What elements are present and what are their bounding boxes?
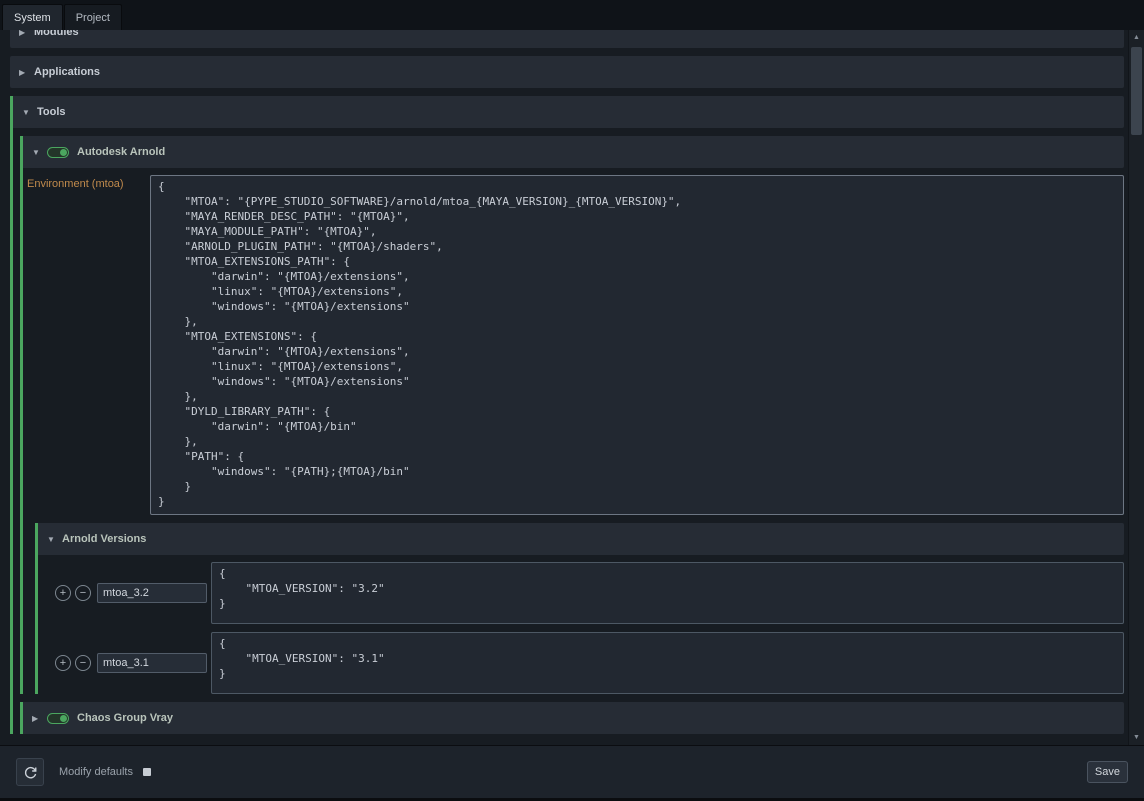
toggle-knob	[60, 149, 67, 156]
environment-field-row: Environment (mtoa) { "MTOA": "{PYPE_STUD…	[25, 175, 1124, 515]
settings-content: ▶ Modules ▶ Applications ▼ Tools ▼	[0, 30, 1144, 745]
modify-defaults-checkbox[interactable]	[143, 768, 151, 776]
chevron-right-icon: ▶	[32, 714, 47, 723]
modify-defaults-label: Modify defaults	[59, 766, 133, 778]
version-key-input[interactable]	[97, 653, 207, 673]
section-header-modules[interactable]: ▶ Modules	[10, 30, 1124, 48]
section-header-applications[interactable]: ▶ Applications	[10, 56, 1124, 88]
version-row-controls: + −	[55, 632, 211, 694]
group-title-arnold: Autodesk Arnold	[77, 146, 165, 158]
version-row-controls: + −	[55, 562, 211, 624]
scrollbar-thumb[interactable]	[1131, 47, 1142, 135]
toggle-on-icon[interactable]	[47, 713, 69, 724]
group-header-vray[interactable]: ▶ Chaos Group Vray	[23, 702, 1124, 734]
environment-json-textarea[interactable]: { "MTOA": "{PYPE_STUDIO_SOFTWARE}/arnold…	[150, 175, 1124, 515]
settings-scroll-area: ▶ Modules ▶ Applications ▼ Tools ▼	[0, 30, 1128, 745]
environment-label: Environment (mtoa)	[27, 175, 145, 190]
tab-project[interactable]: Project	[64, 4, 122, 30]
versions-body: + − { "MTOA_VERSION": "3.2" }	[38, 562, 1124, 694]
chevron-down-icon: ▼	[47, 535, 62, 544]
section-tools: ▼ Tools ▼ Autodesk Arnold	[10, 96, 1124, 734]
version-json-textarea[interactable]: { "MTOA_VERSION": "3.2" }	[211, 562, 1124, 624]
group-header-arnold[interactable]: ▼ Autodesk Arnold	[23, 136, 1124, 168]
version-key-input[interactable]	[97, 583, 207, 603]
version-row: + − { "MTOA_VERSION": "3.1" }	[38, 632, 1124, 694]
add-version-button[interactable]: +	[55, 585, 71, 601]
scrollbar-track[interactable]	[1129, 45, 1144, 730]
settings-window: System Project ▶ Modules ▶ Applications …	[0, 0, 1144, 801]
arnold-body: Environment (mtoa) { "MTOA": "{PYPE_STUD…	[23, 175, 1124, 694]
chevron-down-icon: ▼	[32, 148, 47, 157]
footer-bar: Modify defaults Save	[0, 745, 1144, 801]
remove-version-button[interactable]: −	[75, 585, 91, 601]
group-title-arnold-versions: Arnold Versions	[62, 533, 146, 545]
section-label-modules: Modules	[34, 30, 79, 38]
section-header-tools[interactable]: ▼ Tools	[13, 96, 1124, 128]
save-button[interactable]: Save	[1087, 761, 1128, 783]
group-title-vray: Chaos Group Vray	[77, 712, 173, 724]
scroll-up-button[interactable]: ▲	[1129, 30, 1144, 45]
version-json-textarea[interactable]: { "MTOA_VERSION": "3.1" }	[211, 632, 1124, 694]
chevron-right-icon: ▶	[19, 68, 34, 77]
group-arnold-versions: ▼ Arnold Versions + −	[35, 523, 1124, 694]
refresh-icon	[23, 765, 38, 780]
section-label-tools: Tools	[37, 106, 66, 118]
tab-bar: System Project	[0, 0, 1144, 30]
toggle-on-icon[interactable]	[47, 147, 69, 158]
remove-version-button[interactable]: −	[75, 655, 91, 671]
version-row: + − { "MTOA_VERSION": "3.2" }	[38, 562, 1124, 624]
group-arnold: ▼ Autodesk Arnold Environment (mtoa) { "…	[20, 136, 1124, 694]
add-version-button[interactable]: +	[55, 655, 71, 671]
refresh-button[interactable]	[16, 758, 44, 786]
chevron-right-icon: ▶	[19, 30, 34, 37]
tools-body: ▼ Autodesk Arnold Environment (mtoa) { "…	[13, 136, 1124, 734]
tab-system[interactable]: System	[2, 4, 63, 30]
toggle-knob	[60, 715, 67, 722]
scroll-down-button[interactable]: ▼	[1129, 730, 1144, 745]
group-header-arnold-versions[interactable]: ▼ Arnold Versions	[38, 523, 1124, 555]
vertical-scrollbar[interactable]: ▲ ▼	[1128, 30, 1144, 745]
chevron-down-icon: ▼	[22, 108, 37, 117]
section-label-applications: Applications	[34, 66, 100, 78]
group-vray: ▶ Chaos Group Vray	[20, 702, 1124, 734]
